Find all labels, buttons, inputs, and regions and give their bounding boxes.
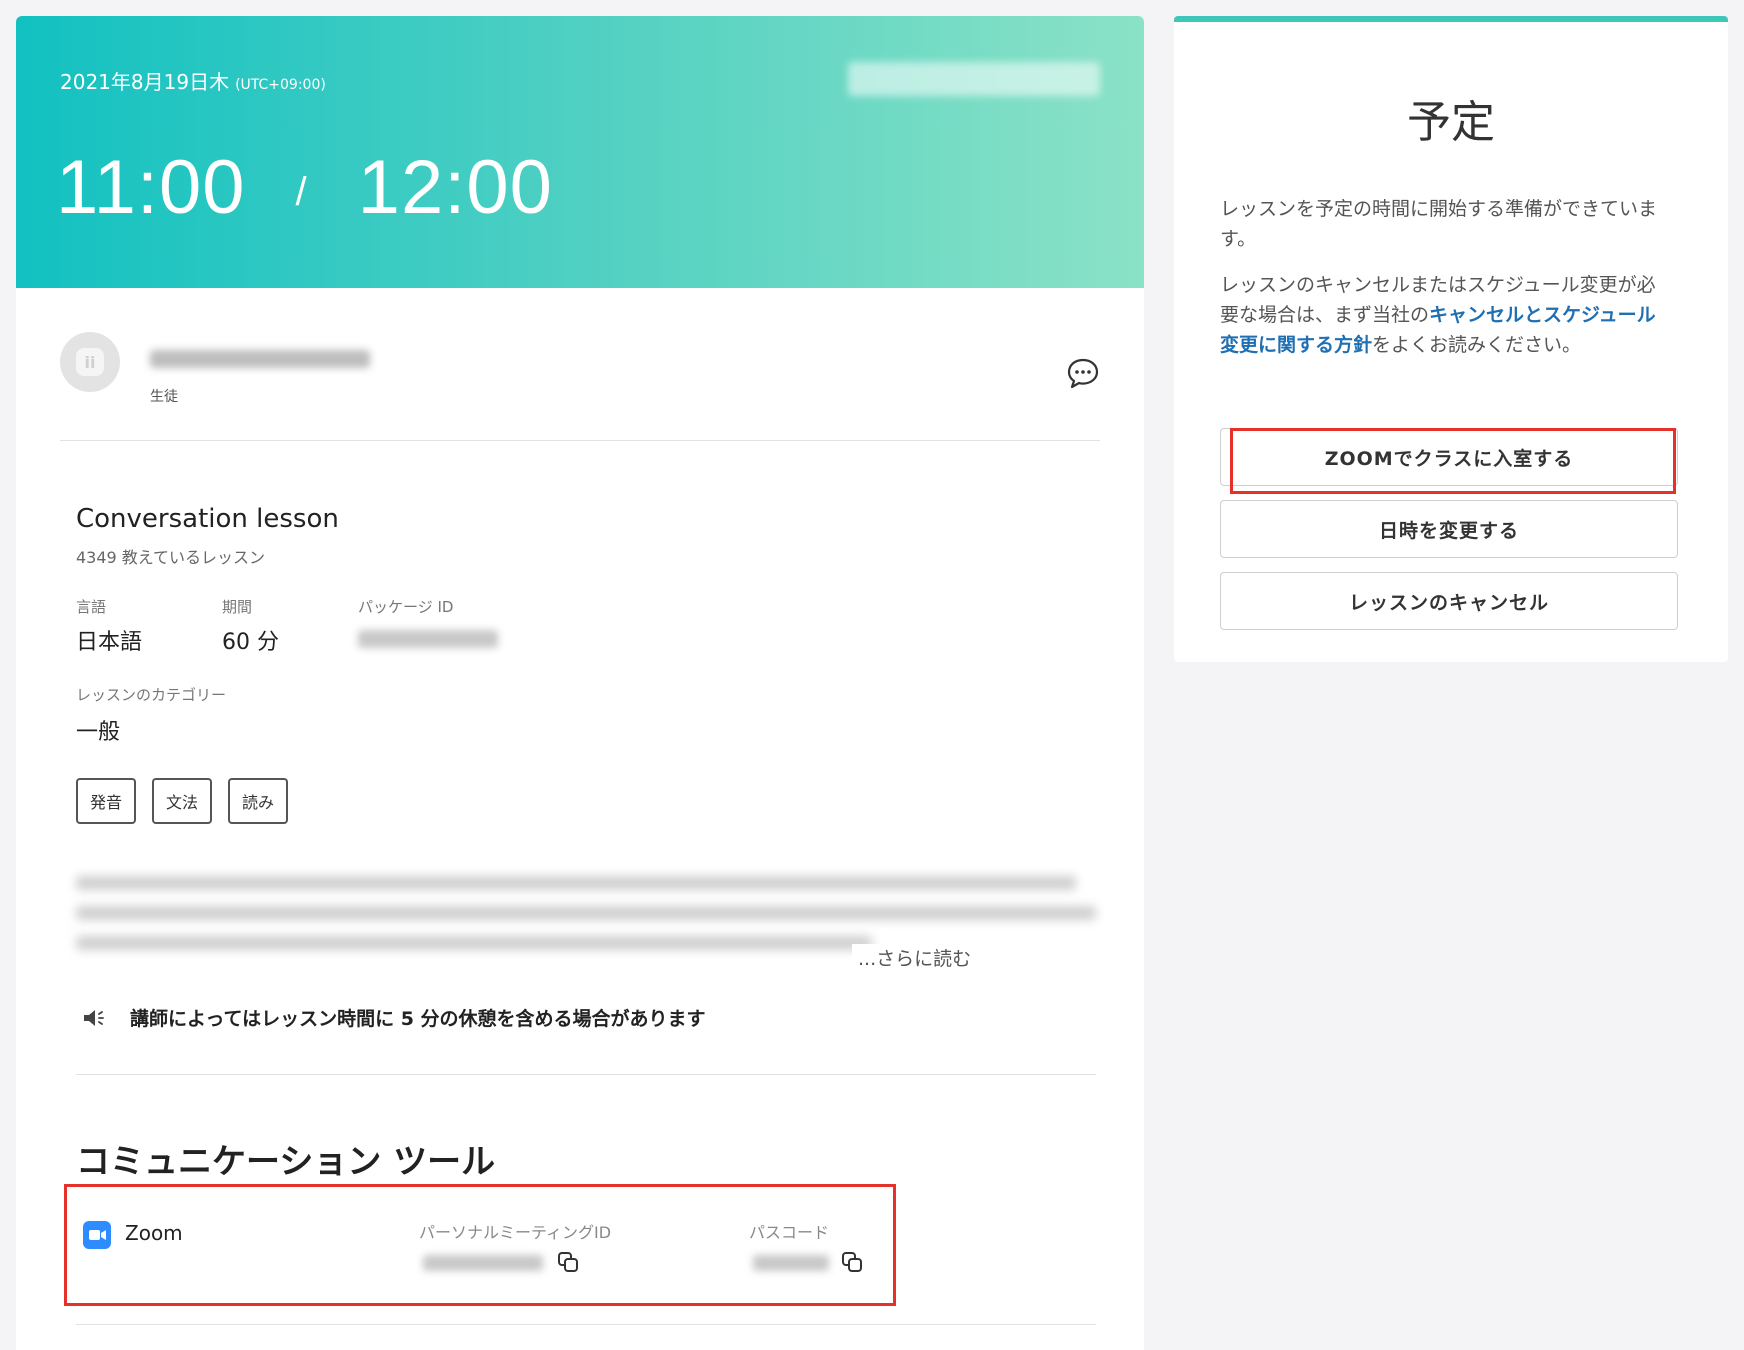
description-line bbox=[76, 936, 872, 950]
passcode-value bbox=[753, 1255, 829, 1271]
divider bbox=[76, 1074, 1096, 1075]
cancel-policy-text-after: をよくお読みください。 bbox=[1372, 334, 1582, 356]
timezone: (UTC+09:00) bbox=[235, 77, 326, 93]
lesson-count: 4349 教えているレッスン bbox=[76, 548, 266, 567]
student-name[interactable] bbox=[150, 350, 370, 368]
description-line bbox=[76, 906, 1096, 920]
language-value: 日本語 bbox=[76, 630, 143, 655]
package-id-label: パッケージ ID bbox=[358, 598, 454, 616]
lesson-time-header: 2021年8月19日木 (UTC+09:00) 11:00 / 12:00 bbox=[16, 16, 1144, 288]
category-value: 一般 bbox=[76, 720, 121, 745]
zoom-info-highlight: Zoom パーソナルミーティングID パスコード bbox=[64, 1184, 896, 1306]
avatar[interactable]: ii bbox=[60, 332, 120, 392]
chat-bubble-icon[interactable] bbox=[1066, 356, 1100, 390]
zoom-camera-icon bbox=[83, 1221, 111, 1249]
break-notice-text: 講師によってはレッスン時間に 5 分の休憩を含める場合があります bbox=[130, 1008, 706, 1030]
meeting-id-value bbox=[423, 1255, 543, 1271]
copy-meeting-id-icon[interactable] bbox=[557, 1251, 579, 1273]
cancel-policy-text: レッスンのキャンセルまたはスケジュール変更が必要な場合は、まず当社のキャンセルと… bbox=[1220, 270, 1668, 360]
duration-label: 期間 bbox=[222, 598, 253, 616]
category-label: レッスンのカテゴリー bbox=[76, 686, 227, 704]
read-more-link[interactable]: ...さらに読む bbox=[852, 944, 1096, 971]
passcode-label: パスコード bbox=[749, 1223, 830, 1242]
tag-pronunciation: 発音 bbox=[76, 778, 136, 824]
avatar-placeholder-icon: ii bbox=[76, 348, 104, 376]
speaker-icon bbox=[84, 1009, 104, 1026]
language-label: 言語 bbox=[76, 598, 107, 616]
duration-value: 60 分 bbox=[222, 630, 279, 655]
copy-passcode-icon[interactable] bbox=[841, 1251, 863, 1273]
ready-text: レッスンを予定の時間に開始する準備ができています。 bbox=[1220, 198, 1658, 250]
zoom-tool-name: Zoom bbox=[125, 1221, 183, 1245]
divider bbox=[60, 440, 1100, 441]
package-id-value bbox=[358, 630, 498, 648]
lesson-date-text: 2021年8月19日木 bbox=[60, 70, 230, 94]
break-notice: 講師によってはレッスン時間に 5 分の休憩を含める場合があります bbox=[82, 1004, 706, 1031]
schedule-title: 予定 bbox=[1407, 97, 1495, 148]
end-time: 12:00 bbox=[357, 145, 553, 230]
divider bbox=[76, 1324, 1096, 1325]
description-line bbox=[76, 876, 1076, 890]
start-time: 11:00 bbox=[56, 145, 246, 230]
cancel-lesson-button[interactable]: レッスンのキャンセル bbox=[1220, 572, 1678, 630]
lesson-time-range: 11:00 / 12:00 bbox=[56, 144, 553, 231]
time-separator: / bbox=[295, 170, 308, 214]
status-badge bbox=[848, 62, 1100, 96]
tag-reading: 読み bbox=[228, 778, 288, 824]
reschedule-button[interactable]: 日時を変更する bbox=[1220, 500, 1678, 558]
lesson-title: Conversation lesson bbox=[76, 504, 339, 534]
communication-tools-title: コミュニケーション ツール bbox=[76, 1142, 496, 1182]
student-row: ii 生徒 bbox=[60, 332, 1100, 412]
tag-grammar: 文法 bbox=[152, 778, 212, 824]
schedule-panel: 予定 レッスンを予定の時間に開始する準備ができています。 レッスンのキャンセルま… bbox=[1174, 16, 1728, 662]
lesson-detail-card: 2021年8月19日木 (UTC+09:00) 11:00 / 12:00 ii 生徒… bbox=[16, 16, 1144, 1350]
meeting-id-label: パーソナルミーティングID bbox=[419, 1223, 612, 1242]
student-role: 生徒 bbox=[150, 389, 178, 405]
lesson-date: 2021年8月19日木 (UTC+09:00) bbox=[60, 66, 326, 95]
join-zoom-button[interactable]: ZOOMでクラスに入室する bbox=[1220, 428, 1678, 486]
